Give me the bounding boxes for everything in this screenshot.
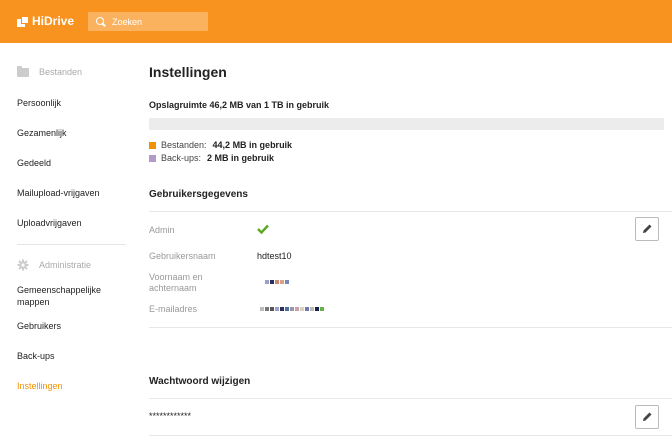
pencil-icon [643, 412, 652, 421]
email-label: E-mailadres [149, 304, 198, 314]
username-value: hdtest10 [257, 251, 292, 261]
search-input[interactable] [112, 16, 202, 27]
legend-backups: Back-ups: 2 MB in gebruik [149, 153, 274, 163]
legend-swatch-files [149, 141, 156, 149]
password-masked-value: ************ [149, 411, 192, 421]
edit-user-button[interactable] [635, 217, 659, 241]
fullname-label: Voornaam en achternaam [149, 272, 203, 293]
sidebar-header-admin: Administratie [17, 259, 91, 271]
sidebar-item-uploadvrijgaven[interactable]: Uploadvrijgaven [17, 218, 82, 228]
admin-label: Admin [149, 225, 175, 235]
divider [149, 435, 672, 436]
sidebar-item-gemeenschappelijke-mappen[interactable]: Gemeenschappelijke mappen [17, 284, 117, 308]
email-value-redacted [260, 307, 324, 311]
top-bar: HiDrive [0, 0, 672, 43]
hidrive-logo-icon [17, 15, 29, 27]
sidebar-header-files-label: Bestanden [39, 67, 83, 77]
hidrive-logo[interactable]: HiDrive [17, 14, 74, 28]
user-section-title: Gebruikersgegevens [149, 189, 248, 200]
sidebar-header-files: Bestanden [17, 65, 83, 77]
search-icon [96, 16, 106, 27]
pencil-icon [643, 224, 652, 233]
sidebar-header-admin-label: Administratie [39, 260, 92, 270]
legend-swatch-backups [149, 154, 156, 162]
page-title: Instellingen [149, 64, 227, 80]
logo-text: HiDrive [32, 14, 75, 28]
legend-files-value: 44,2 MB in gebruik [212, 140, 293, 150]
edit-password-button[interactable] [635, 405, 659, 429]
storage-usage-bar [149, 118, 664, 130]
divider [149, 211, 672, 212]
folder-icon [17, 65, 29, 77]
legend-files-label: Bestanden: [161, 140, 207, 150]
sidebar-item-mailupload[interactable]: Mailupload-vrijgaven [17, 188, 100, 198]
sidebar-item-gezamenlijk[interactable]: Gezamenlijk [17, 128, 67, 138]
fullname-value-redacted [265, 280, 289, 284]
sidebar-item-gebruikers[interactable]: Gebruikers [17, 321, 61, 331]
legend-backups-label: Back-ups: [161, 153, 202, 163]
search-box[interactable] [88, 12, 208, 31]
divider [149, 327, 672, 328]
sidebar-item-back-ups[interactable]: Back-ups [17, 351, 55, 361]
sidebar-item-gedeeld[interactable]: Gedeeld [17, 158, 51, 168]
username-label: Gebruikersnaam [149, 251, 216, 261]
gear-icon [17, 259, 29, 271]
password-section-title: Wachtwoord wijzigen [149, 376, 251, 387]
storage-title: Opslagruimte 46,2 MB van 1 TB in gebruik [149, 100, 330, 110]
sidebar-divider [17, 244, 126, 245]
legend-files: Bestanden: 44,2 MB in gebruik [149, 140, 292, 150]
check-icon [257, 224, 269, 234]
sidebar-item-persoonlijk[interactable]: Persoonlijk [17, 98, 61, 108]
legend-backups-value: 2 MB in gebruik [207, 153, 275, 163]
divider [149, 398, 672, 399]
sidebar-item-instellingen[interactable]: Instellingen [17, 381, 63, 391]
